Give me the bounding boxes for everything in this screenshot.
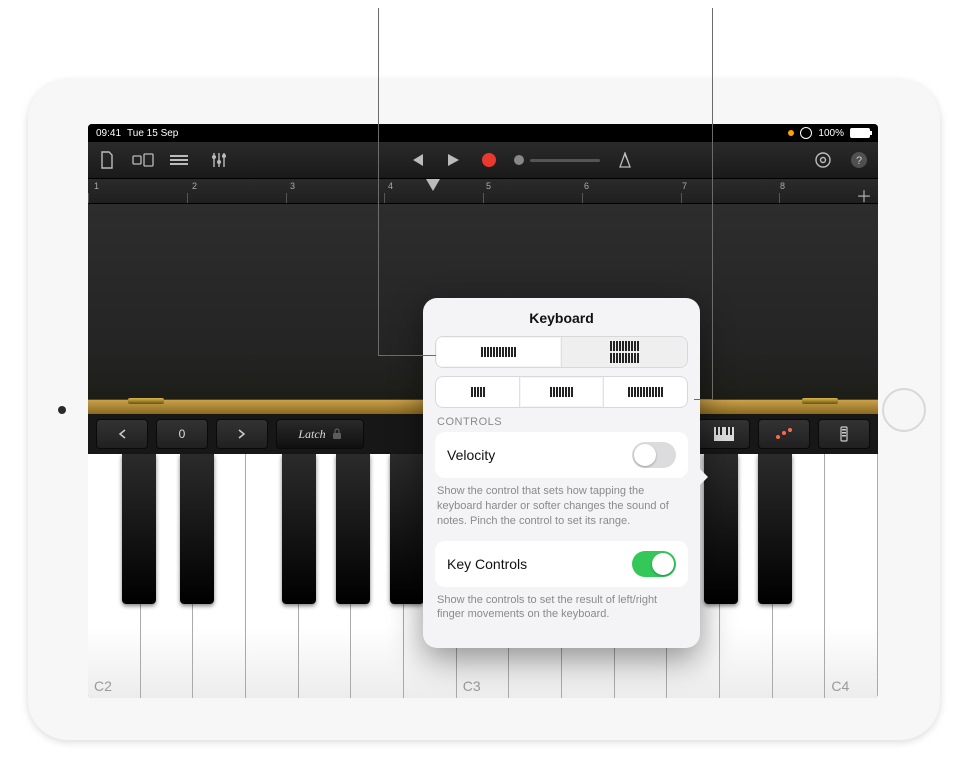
keyboard-medium-icon	[550, 387, 573, 397]
status-date: Tue 15 Sep	[127, 128, 178, 139]
key-controls-label: Key Controls	[447, 556, 527, 572]
white-key[interactable]	[351, 454, 404, 698]
record-button[interactable]	[478, 149, 500, 171]
status-time: 09:41	[96, 128, 121, 139]
key-controls-description: Show the controls to set the result of l…	[437, 593, 686, 623]
white-key[interactable]	[773, 454, 826, 698]
white-key[interactable]	[193, 454, 246, 698]
metronome-button[interactable]	[614, 149, 636, 171]
key-controls-toggle[interactable]	[632, 551, 676, 577]
rewind-button[interactable]	[406, 149, 428, 171]
white-key[interactable]: C4	[825, 454, 878, 698]
timeline-ruler[interactable]: 1 2 3 4 5 6 7 8 ＋	[88, 179, 878, 204]
record-icon	[482, 153, 496, 167]
octave-up-button[interactable]	[216, 419, 268, 449]
keyboard-large-icon	[628, 387, 663, 397]
ipad-home-button[interactable]	[882, 388, 926, 432]
size-large-option[interactable]	[604, 377, 687, 407]
size-small-option[interactable]	[436, 377, 520, 407]
piano-hinge	[128, 398, 164, 404]
ruler-mark: 7	[682, 181, 687, 191]
my-songs-button[interactable]	[96, 149, 118, 171]
scale-button[interactable]	[758, 419, 810, 449]
ruler-mark: 3	[290, 181, 295, 191]
layout-single-option[interactable]	[436, 337, 562, 367]
popover-title: Keyboard	[423, 310, 700, 326]
white-key[interactable]	[720, 454, 773, 698]
white-key[interactable]	[299, 454, 352, 698]
master-volume-slider[interactable]	[514, 155, 600, 165]
white-key[interactable]	[246, 454, 299, 698]
velocity-row: Velocity	[435, 432, 688, 478]
scale-icon	[775, 428, 793, 440]
octave-display: 0	[156, 419, 208, 449]
arpeggiator-icon	[839, 426, 849, 442]
ruler-mark: 4	[388, 181, 393, 191]
help-button[interactable]: ?	[848, 149, 870, 171]
ipad-camera	[58, 406, 66, 414]
white-key[interactable]	[141, 454, 194, 698]
keyboard-popover: Keyboard CONTROLS	[423, 298, 700, 648]
white-key[interactable]: C2	[88, 454, 141, 698]
piano-hinge	[802, 398, 838, 404]
velocity-description: Show the control that sets how tapping t…	[437, 484, 686, 529]
lock-icon	[332, 428, 342, 440]
ruler-mark: 5	[486, 181, 491, 191]
key-label: C4	[831, 678, 849, 694]
tracks-view-button[interactable]	[168, 149, 190, 171]
octave-down-button[interactable]	[96, 419, 148, 449]
layout-double-option[interactable]	[562, 337, 687, 367]
keyboard-layout-button[interactable]	[698, 419, 750, 449]
key-controls-row: Key Controls	[435, 541, 688, 587]
callout-line	[378, 8, 379, 355]
recording-indicator-icon	[788, 130, 794, 136]
status-battery: 100%	[818, 128, 844, 139]
ruler-mark: 8	[780, 181, 785, 191]
browser-button[interactable]	[132, 149, 154, 171]
ruler-mark: 2	[192, 181, 197, 191]
playhead[interactable]	[426, 179, 440, 191]
latch-button[interactable]: Latch	[276, 419, 364, 449]
velocity-label: Velocity	[447, 447, 495, 463]
sync-icon	[800, 127, 812, 139]
controls-section-label: CONTROLS	[437, 416, 686, 428]
ruler-mark: 6	[584, 181, 589, 191]
popover-caret	[699, 468, 708, 486]
callout-line	[694, 399, 712, 400]
keyboard-size-segment	[435, 376, 688, 408]
settings-button[interactable]	[812, 149, 834, 171]
keyboard-small-icon	[471, 387, 485, 397]
mixer-button[interactable]	[208, 149, 230, 171]
size-medium-option[interactable]	[520, 377, 604, 407]
arpeggiator-button[interactable]	[818, 419, 870, 449]
play-button[interactable]	[442, 149, 464, 171]
ruler-mark: 1	[94, 181, 99, 191]
toolbar: ?	[88, 142, 878, 179]
keyboard-layout-segment	[435, 336, 688, 368]
key-label: C2	[94, 678, 112, 694]
key-label: C3	[463, 678, 481, 694]
callout-line	[378, 355, 436, 356]
velocity-toggle[interactable]	[632, 442, 676, 468]
svg-text:?: ?	[856, 155, 862, 167]
keyboard-icon	[714, 427, 734, 441]
keyboard-single-icon	[481, 347, 516, 357]
keyboard-double-icon	[610, 341, 639, 363]
status-bar: 09:41 Tue 15 Sep 100%	[88, 124, 878, 142]
latch-label: Latch	[298, 427, 325, 442]
callout-line	[712, 8, 713, 400]
battery-icon	[850, 128, 870, 138]
